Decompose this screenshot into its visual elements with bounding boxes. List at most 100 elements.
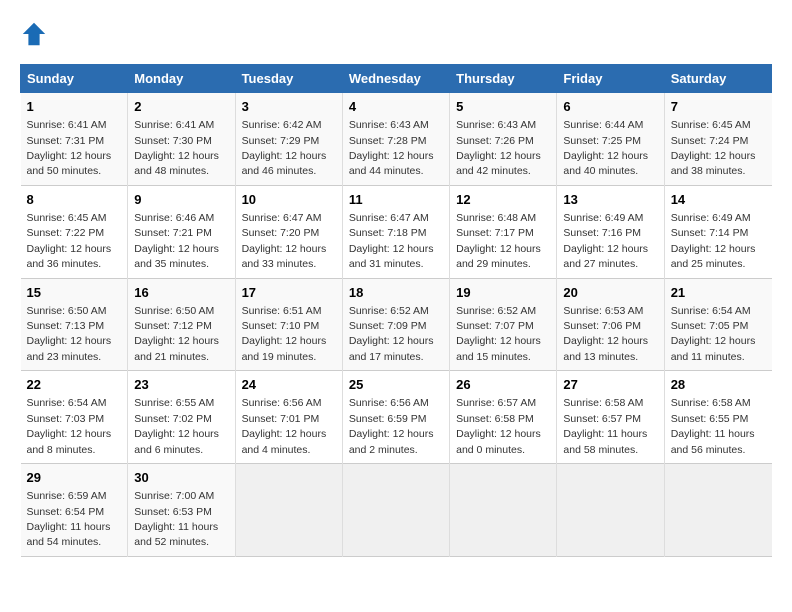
cell-info: Sunrise: 6:50 AM Sunset: 7:13 PM Dayligh… (27, 305, 112, 363)
day-number: 18 (349, 284, 443, 302)
cell-info: Sunrise: 6:52 AM Sunset: 7:09 PM Dayligh… (349, 305, 434, 363)
calendar-table: SundayMondayTuesdayWednesdayThursdayFrid… (20, 64, 772, 557)
calendar-cell: 11 Sunrise: 6:47 AM Sunset: 7:18 PM Dayli… (342, 185, 449, 278)
cell-info: Sunrise: 6:58 AM Sunset: 6:55 PM Dayligh… (671, 397, 755, 455)
calendar-cell: 2 Sunrise: 6:41 AM Sunset: 7:30 PM Daylig… (128, 93, 235, 186)
calendar-cell: 22 Sunrise: 6:54 AM Sunset: 7:03 PM Dayli… (21, 371, 128, 464)
day-number: 3 (242, 98, 336, 116)
logo-icon (20, 20, 48, 48)
calendar-cell: 12 Sunrise: 6:48 AM Sunset: 7:17 PM Dayli… (450, 185, 557, 278)
cell-info: Sunrise: 6:50 AM Sunset: 7:12 PM Dayligh… (134, 305, 219, 363)
calendar-cell (235, 464, 342, 557)
calendar-cell: 3 Sunrise: 6:42 AM Sunset: 7:29 PM Daylig… (235, 93, 342, 186)
cell-info: Sunrise: 6:55 AM Sunset: 7:02 PM Dayligh… (134, 397, 219, 455)
cell-info: Sunrise: 6:52 AM Sunset: 7:07 PM Dayligh… (456, 305, 541, 363)
cell-info: Sunrise: 6:57 AM Sunset: 6:58 PM Dayligh… (456, 397, 541, 455)
calendar-cell (342, 464, 449, 557)
cell-info: Sunrise: 6:58 AM Sunset: 6:57 PM Dayligh… (563, 397, 647, 455)
calendar-cell: 24 Sunrise: 6:56 AM Sunset: 7:01 PM Dayli… (235, 371, 342, 464)
cell-info: Sunrise: 6:56 AM Sunset: 6:59 PM Dayligh… (349, 397, 434, 455)
cell-info: Sunrise: 6:44 AM Sunset: 7:25 PM Dayligh… (563, 119, 648, 177)
day-number: 27 (563, 376, 657, 394)
day-number: 9 (134, 191, 228, 209)
cell-info: Sunrise: 6:51 AM Sunset: 7:10 PM Dayligh… (242, 305, 327, 363)
day-number: 1 (27, 98, 122, 116)
calendar-week-2: 8Sunrise: 6:45 AM Sunset: 7:22 PM Daylig… (21, 185, 772, 278)
cell-info: Sunrise: 6:41 AM Sunset: 7:30 PM Dayligh… (134, 119, 219, 177)
calendar-week-4: 22 Sunrise: 6:54 AM Sunset: 7:03 PM Dayli… (21, 371, 772, 464)
day-number: 23 (134, 376, 228, 394)
calendar-cell: 20 Sunrise: 6:53 AM Sunset: 7:06 PM Dayli… (557, 278, 664, 371)
logo (20, 20, 52, 48)
calendar-cell: 17 Sunrise: 6:51 AM Sunset: 7:10 PM Dayli… (235, 278, 342, 371)
day-number: 28 (671, 376, 766, 394)
cell-info: Sunrise: 6:54 AM Sunset: 7:03 PM Dayligh… (27, 397, 112, 455)
day-number: 4 (349, 98, 443, 116)
cell-info: Sunrise: 6:54 AM Sunset: 7:05 PM Dayligh… (671, 305, 756, 363)
cell-info: Sunrise: 6:47 AM Sunset: 7:20 PM Dayligh… (242, 212, 327, 270)
calendar-cell: 23 Sunrise: 6:55 AM Sunset: 7:02 PM Dayli… (128, 371, 235, 464)
calendar-cell (664, 464, 771, 557)
dow-header-saturday: Saturday (664, 65, 771, 93)
calendar-cell: 29 Sunrise: 6:59 AM Sunset: 6:54 PM Dayli… (21, 464, 128, 557)
cell-info: Sunrise: 6:42 AM Sunset: 7:29 PM Dayligh… (242, 119, 327, 177)
cell-info: Sunrise: 6:41 AM Sunset: 7:31 PM Dayligh… (27, 119, 112, 177)
day-number: 14 (671, 191, 766, 209)
day-number: 22 (27, 376, 122, 394)
day-number: 7 (671, 98, 766, 116)
dow-header-tuesday: Tuesday (235, 65, 342, 93)
calendar-cell: 26Sunrise: 6:57 AM Sunset: 6:58 PM Dayli… (450, 371, 557, 464)
cell-info: Sunrise: 7:00 AM Sunset: 6:53 PM Dayligh… (134, 490, 218, 548)
page-header (20, 20, 772, 48)
day-number: 10 (242, 191, 336, 209)
cell-info: Sunrise: 6:49 AM Sunset: 7:16 PM Dayligh… (563, 212, 648, 270)
calendar-cell: 25Sunrise: 6:56 AM Sunset: 6:59 PM Dayli… (342, 371, 449, 464)
cell-info: Sunrise: 6:43 AM Sunset: 7:26 PM Dayligh… (456, 119, 541, 177)
cell-info: Sunrise: 6:46 AM Sunset: 7:21 PM Dayligh… (134, 212, 219, 270)
dow-header-sunday: Sunday (21, 65, 128, 93)
cell-info: Sunrise: 6:47 AM Sunset: 7:18 PM Dayligh… (349, 212, 434, 270)
day-number: 21 (671, 284, 766, 302)
calendar-cell: 10 Sunrise: 6:47 AM Sunset: 7:20 PM Dayli… (235, 185, 342, 278)
day-number: 20 (563, 284, 657, 302)
calendar-cell: 7 Sunrise: 6:45 AM Sunset: 7:24 PM Daylig… (664, 93, 771, 186)
calendar-cell: 18 Sunrise: 6:52 AM Sunset: 7:09 PM Dayli… (342, 278, 449, 371)
calendar-cell: 19 Sunrise: 6:52 AM Sunset: 7:07 PM Dayli… (450, 278, 557, 371)
day-number: 17 (242, 284, 336, 302)
calendar-cell: 14Sunrise: 6:49 AM Sunset: 7:14 PM Dayli… (664, 185, 771, 278)
calendar-cell: 6 Sunrise: 6:44 AM Sunset: 7:25 PM Daylig… (557, 93, 664, 186)
day-number: 16 (134, 284, 228, 302)
day-number: 24 (242, 376, 336, 394)
calendar-cell: 5 Sunrise: 6:43 AM Sunset: 7:26 PM Daylig… (450, 93, 557, 186)
day-number: 6 (563, 98, 657, 116)
day-number: 30 (134, 469, 228, 487)
dow-header-friday: Friday (557, 65, 664, 93)
day-number: 12 (456, 191, 550, 209)
calendar-cell: 27 Sunrise: 6:58 AM Sunset: 6:57 PM Dayli… (557, 371, 664, 464)
day-number: 11 (349, 191, 443, 209)
cell-info: Sunrise: 6:56 AM Sunset: 7:01 PM Dayligh… (242, 397, 327, 455)
cell-info: Sunrise: 6:45 AM Sunset: 7:24 PM Dayligh… (671, 119, 756, 177)
calendar-cell: 28 Sunrise: 6:58 AM Sunset: 6:55 PM Dayli… (664, 371, 771, 464)
day-number: 19 (456, 284, 550, 302)
day-number: 5 (456, 98, 550, 116)
dow-header-wednesday: Wednesday (342, 65, 449, 93)
calendar-cell: 15 Sunrise: 6:50 AM Sunset: 7:13 PM Dayli… (21, 278, 128, 371)
calendar-cell: 1 Sunrise: 6:41 AM Sunset: 7:31 PM Daylig… (21, 93, 128, 186)
day-number: 13 (563, 191, 657, 209)
day-number: 15 (27, 284, 122, 302)
cell-info: Sunrise: 6:53 AM Sunset: 7:06 PM Dayligh… (563, 305, 648, 363)
cell-info: Sunrise: 6:48 AM Sunset: 7:17 PM Dayligh… (456, 212, 541, 270)
calendar-cell: 9 Sunrise: 6:46 AM Sunset: 7:21 PM Daylig… (128, 185, 235, 278)
cell-info: Sunrise: 6:59 AM Sunset: 6:54 PM Dayligh… (27, 490, 111, 548)
calendar-cell: 8Sunrise: 6:45 AM Sunset: 7:22 PM Daylig… (21, 185, 128, 278)
cell-info: Sunrise: 6:45 AM Sunset: 7:22 PM Dayligh… (27, 212, 112, 270)
calendar-cell: 4Sunrise: 6:43 AM Sunset: 7:28 PM Daylig… (342, 93, 449, 186)
day-number: 2 (134, 98, 228, 116)
day-number: 29 (27, 469, 122, 487)
calendar-cell: 21 Sunrise: 6:54 AM Sunset: 7:05 PM Dayli… (664, 278, 771, 371)
calendar-cell: 13 Sunrise: 6:49 AM Sunset: 7:16 PM Dayli… (557, 185, 664, 278)
dow-header-monday: Monday (128, 65, 235, 93)
calendar-week-5: 29 Sunrise: 6:59 AM Sunset: 6:54 PM Dayli… (21, 464, 772, 557)
calendar-week-1: 1 Sunrise: 6:41 AM Sunset: 7:31 PM Daylig… (21, 93, 772, 186)
